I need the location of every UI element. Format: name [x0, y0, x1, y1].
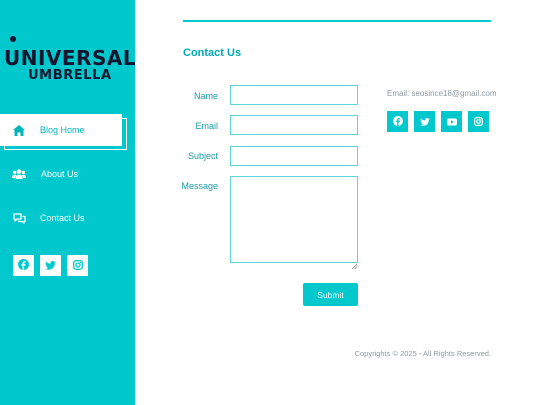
users-icon [12, 167, 26, 181]
message-label: Message [181, 181, 218, 191]
instagram-icon [474, 113, 483, 131]
message-textarea[interactable] [230, 176, 358, 263]
twitter-icon [419, 113, 430, 131]
name-label: Name [193, 91, 218, 101]
email-input[interactable] [230, 115, 358, 135]
twitter-button[interactable] [414, 111, 435, 132]
sidebar: UNIVERSAL UMBRELLA Blog Home About Us Co… [0, 0, 136, 405]
page-title: Contact Us [183, 47, 242, 59]
instagram-button[interactable] [67, 255, 88, 276]
subject-label: Subject [187, 151, 218, 161]
sidebar-item-label: About Us [41, 169, 79, 179]
logo[interactable]: UNIVERSAL UMBRELLA [4, 34, 136, 84]
chat-icon [12, 211, 26, 225]
logo-line2: UMBRELLA [28, 68, 112, 83]
top-divider [183, 20, 491, 22]
sidebar-item-label: Contact Us [40, 213, 85, 223]
contact-email: Email: seosince18@gmail.com [387, 89, 497, 98]
subject-input[interactable] [230, 146, 358, 166]
copyright-text: Copyrights © 2025 - All Rights Reserved. [354, 349, 491, 358]
sidebar-social-links [13, 255, 88, 276]
logo-dot [10, 36, 16, 42]
home-icon [12, 123, 26, 137]
resize-grip-icon[interactable] [351, 256, 358, 270]
sidebar-item-contact-us[interactable]: Contact Us [0, 202, 135, 234]
email-label: Email [195, 121, 218, 131]
sidebar-item-label: Blog Home [40, 125, 85, 135]
twitter-button[interactable] [40, 255, 61, 276]
twitter-icon [45, 257, 56, 275]
sidebar-item-blog-home[interactable]: Blog Home [0, 114, 135, 150]
name-input[interactable] [230, 85, 358, 105]
youtube-icon [446, 113, 457, 131]
submit-button[interactable]: Submit [303, 283, 358, 306]
youtube-button[interactable] [441, 111, 462, 132]
instagram-icon [72, 257, 83, 275]
instagram-button[interactable] [468, 111, 489, 132]
facebook-icon [392, 113, 403, 131]
facebook-button[interactable] [13, 255, 34, 276]
facebook-button[interactable] [387, 111, 408, 132]
sidebar-item-about-us[interactable]: About Us [0, 158, 135, 190]
facebook-icon [18, 257, 29, 275]
page: UNIVERSAL UMBRELLA Blog Home About Us Co… [0, 0, 540, 405]
logo-line1: UNIVERSAL [4, 46, 137, 70]
main-social-links [387, 111, 489, 132]
